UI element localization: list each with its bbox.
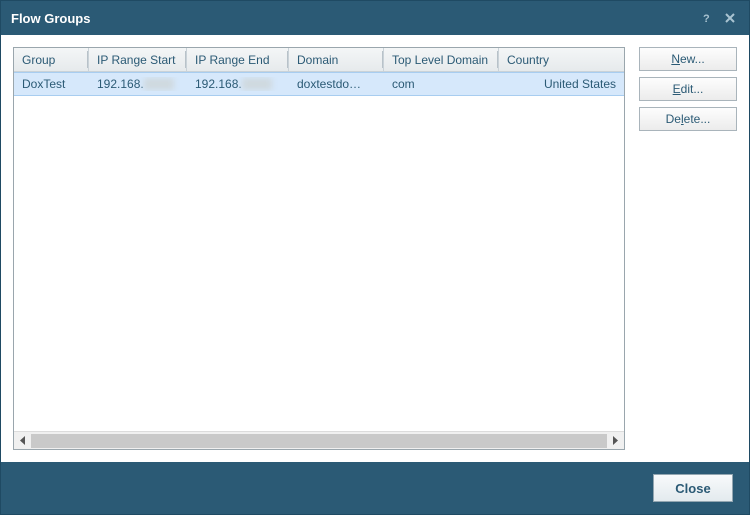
col-header-label: Country <box>507 53 549 67</box>
col-header-domain[interactable]: Domain <box>289 48 384 71</box>
edit-button[interactable]: Edit... <box>639 77 737 101</box>
ip-end-prefix: 192.168. <box>195 77 242 91</box>
dialog-body: Group IP Range Start IP Range End Domain… <box>1 35 749 462</box>
col-header-label: Top Level Domain <box>392 53 488 67</box>
close-button-label: Close <box>675 481 710 496</box>
table-header: Group IP Range Start IP Range End Domain… <box>14 48 624 72</box>
horizontal-scrollbar[interactable] <box>14 431 624 449</box>
table-body: DoxTest 192.168.xxx 192.168.xxx doxtestd… <box>14 72 624 431</box>
scrollbar-track[interactable] <box>31 434 607 448</box>
redacted-text: xxx <box>242 78 272 90</box>
col-header-label: IP Range Start <box>97 53 176 67</box>
col-header-label: Group <box>22 53 55 67</box>
svg-text:?: ? <box>703 13 710 24</box>
close-icon[interactable] <box>721 9 739 27</box>
cell-domain: doxtestdo… <box>289 77 384 91</box>
side-button-panel: New... Edit... Delete... <box>639 47 737 450</box>
table-container: Group IP Range Start IP Range End Domain… <box>13 47 625 450</box>
delete-button[interactable]: Delete... <box>639 107 737 131</box>
scroll-left-icon[interactable] <box>14 432 31 449</box>
close-button[interactable]: Close <box>653 474 733 502</box>
button-label-rest: ew... <box>680 52 705 66</box>
mnemonic-letter: N <box>671 52 680 66</box>
col-header-group[interactable]: Group <box>14 48 89 71</box>
button-label-rest: ete... <box>684 112 711 126</box>
table-row[interactable]: DoxTest 192.168.xxx 192.168.xxx doxtestd… <box>14 72 624 96</box>
cell-ip-start: 192.168.xxx <box>89 77 187 91</box>
col-header-label: IP Range End <box>195 53 270 67</box>
help-icon[interactable]: ? <box>697 9 715 27</box>
col-header-country[interactable]: Country <box>499 48 624 71</box>
cell-tld: com <box>384 77 499 91</box>
cell-country: United States <box>499 77 624 91</box>
flow-groups-dialog: Flow Groups ? Group IP Range Start IP Ra… <box>0 0 750 515</box>
col-header-label: Domain <box>297 53 338 67</box>
button-label-rest: dit... <box>681 82 704 96</box>
dialog-footer: Close <box>1 462 749 514</box>
col-header-ip-end[interactable]: IP Range End <box>187 48 289 71</box>
scroll-right-icon[interactable] <box>607 432 624 449</box>
cell-group: DoxTest <box>14 77 89 91</box>
button-label-pre: De <box>666 112 681 126</box>
table-inner: Group IP Range Start IP Range End Domain… <box>14 48 624 431</box>
redacted-text: xxx <box>144 78 174 90</box>
ip-start-prefix: 192.168. <box>97 77 144 91</box>
window-title: Flow Groups <box>11 11 691 26</box>
new-button[interactable]: New... <box>639 47 737 71</box>
col-header-tld[interactable]: Top Level Domain <box>384 48 499 71</box>
cell-ip-end: 192.168.xxx <box>187 77 289 91</box>
col-header-ip-start[interactable]: IP Range Start <box>89 48 187 71</box>
mnemonic-letter: E <box>673 82 681 96</box>
titlebar: Flow Groups ? <box>1 1 749 35</box>
